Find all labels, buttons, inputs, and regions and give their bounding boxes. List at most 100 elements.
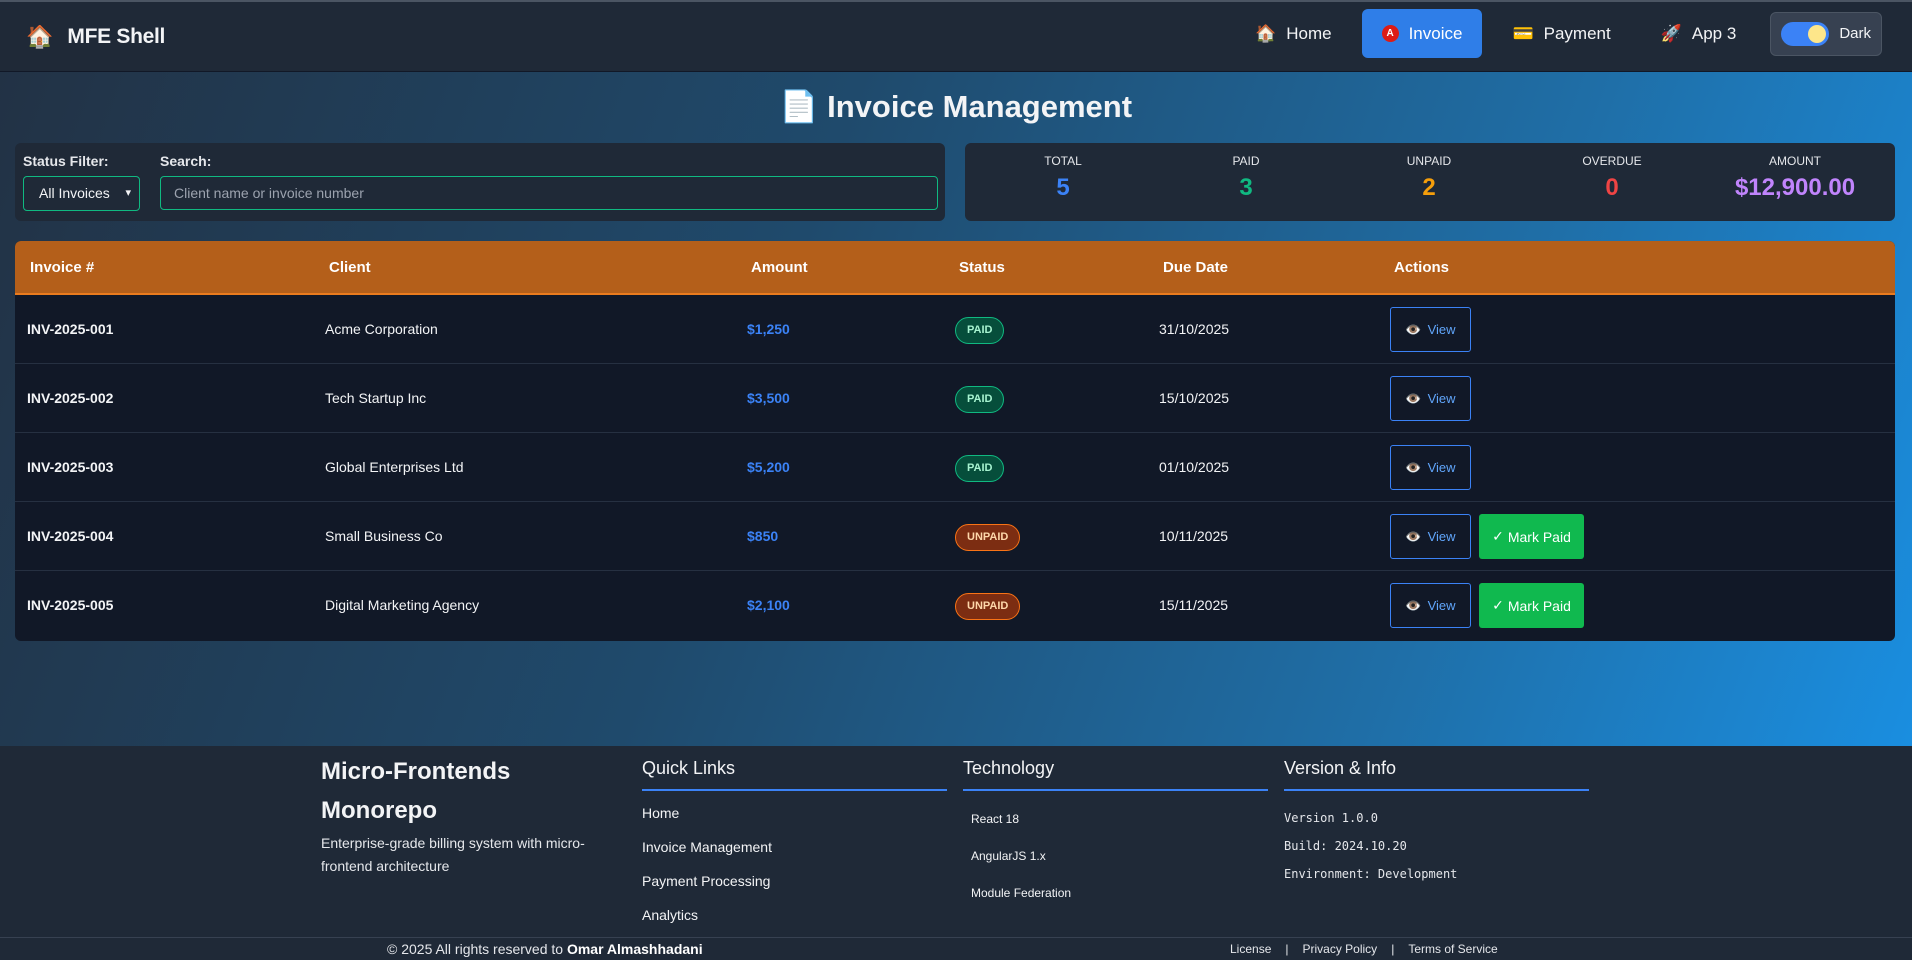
footer-link-analytics[interactable]: Analytics <box>642 907 947 927</box>
mark-paid-button[interactable]: ✓ Mark Paid <box>1479 514 1584 559</box>
stat-unpaid: UNPAID 2 <box>1339 143 1519 202</box>
nav-item-label: Invoice <box>1408 23 1463 43</box>
stat-label: UNPAID <box>1406 154 1452 168</box>
stat-amount: AMOUNT $12,900.00 <box>1705 143 1885 202</box>
stat-value: 3 <box>1239 174 1253 201</box>
invoice-table: Invoice # Client Amount Status Due Date … <box>15 241 1895 641</box>
copyright-prefix: © 2025 All rights reserved to <box>387 941 564 957</box>
technology-item: React 18 <box>971 812 1020 826</box>
version-line: Version 1.0.0 <box>1284 811 1378 825</box>
view-label: View <box>1427 391 1456 406</box>
copyright-text: © 2025 All rights reserved to Omar Almas… <box>387 941 703 957</box>
status-badge: UNPAID <box>955 593 1021 620</box>
view-button[interactable]: 👁️ View <box>1390 445 1471 490</box>
copyright-bar: © 2025 All rights reserved to Omar Almas… <box>0 937 1912 960</box>
status-badge: PAID <box>955 317 1005 344</box>
theme-switch[interactable] <box>1781 21 1830 46</box>
view-button[interactable]: 👁️ View <box>1390 514 1471 559</box>
invoice-number: INV-2025-004 <box>27 528 114 544</box>
eye-icon: 👁️ <box>1405 597 1422 613</box>
view-button[interactable]: 👁️ View <box>1390 307 1471 352</box>
eye-icon: 👁️ <box>1405 528 1422 544</box>
invoice-amount: $5,200 <box>747 459 790 475</box>
status-badge: PAID <box>955 455 1005 482</box>
nav-item-payment[interactable]: 💳 Payment <box>1492 9 1630 58</box>
view-button[interactable]: 👁️ View <box>1390 376 1471 421</box>
license-link[interactable]: License <box>1230 942 1271 956</box>
mark-paid-button[interactable]: ✓ Mark Paid <box>1479 583 1584 628</box>
col-header-due-date[interactable]: Due Date <box>1163 241 1228 295</box>
version-line: Build: 2024.10.20 <box>1284 839 1407 853</box>
col-header-amount[interactable]: Amount <box>751 241 808 295</box>
nav-item-app3[interactable]: 🚀 App 3 <box>1641 9 1757 58</box>
table-row: INV-2025-002 Tech Startup Inc $3,500 PAI… <box>15 364 1895 433</box>
stat-label: PAID <box>1232 154 1260 168</box>
col-header-invoice[interactable]: Invoice # <box>30 241 94 295</box>
invoice-amount: $3,500 <box>747 390 790 406</box>
switch-knob <box>1808 24 1827 43</box>
footer-heading: Version & Info <box>1284 751 1589 791</box>
credit-card-icon: 💳 <box>1512 23 1534 43</box>
rocket-icon: 🚀 <box>1660 23 1682 43</box>
invoice-amount: $850 <box>747 528 779 544</box>
terms-of-service-link[interactable]: Terms of Service <box>1408 942 1497 956</box>
due-date: 10/11/2025 <box>1159 528 1229 544</box>
theme-toggle-label: Dark <box>1839 25 1871 42</box>
filters-panel: Status Filter: Search: All Invoices ▾ Cl… <box>15 143 945 221</box>
col-header-client[interactable]: Client <box>329 241 371 295</box>
technology-list: React 18 AngularJS 1.x Module Federation <box>963 812 1268 901</box>
nav-item-home[interactable]: 🏠 Home <box>1235 9 1352 58</box>
technology-item: AngularJS 1.x <box>971 849 1046 863</box>
client-name: Global Enterprises Ltd <box>325 459 464 475</box>
footer-technology: Technology React 18 AngularJS 1.x Module… <box>963 746 1268 901</box>
stat-paid: PAID 3 <box>1156 143 1336 202</box>
stat-value: 5 <box>1056 174 1070 201</box>
nav-item-label: App 3 <box>1691 23 1737 43</box>
theme-toggle[interactable]: Dark <box>1770 11 1882 56</box>
invoice-number: INV-2025-003 <box>27 459 114 475</box>
client-name: Acme Corporation <box>325 321 438 337</box>
technology-item: Module Federation <box>971 886 1072 900</box>
footer-link-payment-processing[interactable]: Payment Processing <box>642 873 947 893</box>
view-label: View <box>1427 322 1456 337</box>
brand[interactable]: 🏠 MFE Shell <box>26 24 165 50</box>
privacy-policy-link[interactable]: Privacy Policy <box>1303 942 1378 956</box>
quick-links-list: Home Invoice Management Payment Processi… <box>642 805 947 927</box>
status-badge: UNPAID <box>955 524 1021 551</box>
invoice-number: INV-2025-001 <box>27 321 114 337</box>
invoice-number: INV-2025-005 <box>27 597 114 613</box>
nav-item-label: Home <box>1286 23 1332 43</box>
table-row: INV-2025-005 Digital Marketing Agency $2… <box>15 571 1895 640</box>
view-button[interactable]: 👁️ View <box>1390 583 1471 628</box>
col-header-status[interactable]: Status <box>959 241 1005 295</box>
legal-separator: | <box>1285 942 1289 956</box>
footer-link-invoice-management[interactable]: Invoice Management <box>642 839 947 859</box>
house-icon: 🏠 <box>26 23 54 49</box>
footer-link-home[interactable]: Home <box>642 805 947 825</box>
view-label: View <box>1427 460 1456 475</box>
copyright-owner: Omar Almashhadani <box>566 941 703 957</box>
client-name: Digital Marketing Agency <box>325 597 480 613</box>
footer-heading: Technology <box>963 751 1268 791</box>
top-navbar: 🏠 MFE Shell 🏠 Home A Invoice 💳 Payment 🚀… <box>0 0 1912 72</box>
house-icon: 🏠 <box>1255 23 1277 43</box>
stat-value: 2 <box>1422 174 1436 201</box>
nav-item-invoice[interactable]: A Invoice <box>1361 9 1483 58</box>
legal-separator: | <box>1391 942 1395 956</box>
stats-panel: TOTAL 5 PAID 3 UNPAID 2 OVERDUE 0 AMOUNT… <box>965 143 1895 221</box>
chevron-down-icon: ▾ <box>125 187 131 199</box>
search-placeholder: Client name or invoice number <box>174 185 364 201</box>
table-row: INV-2025-003 Global Enterprises Ltd $5,2… <box>15 433 1895 502</box>
search-input[interactable]: Client name or invoice number <box>160 176 938 210</box>
stat-total: TOTAL 5 <box>973 143 1153 202</box>
main-content: 📄 Invoice Management Status Filter: Sear… <box>0 72 1912 746</box>
stat-label: AMOUNT <box>1769 154 1821 168</box>
footer-brand: Micro-Frontends Monorepo Enterprise-grad… <box>321 752 611 878</box>
eye-icon: 👁️ <box>1405 390 1422 406</box>
table-row: INV-2025-004 Small Business Co $850 UNPA… <box>15 502 1895 571</box>
col-header-actions: Actions <box>1394 259 1450 276</box>
footer-version-info: Version & Info Version 1.0.0 Build: 2024… <box>1284 746 1589 882</box>
status-filter-select[interactable]: All Invoices ▾ <box>23 176 140 211</box>
legal-links: License | Privacy Policy | Terms of Serv… <box>1230 942 1498 956</box>
stat-label: OVERDUE <box>1582 154 1642 168</box>
